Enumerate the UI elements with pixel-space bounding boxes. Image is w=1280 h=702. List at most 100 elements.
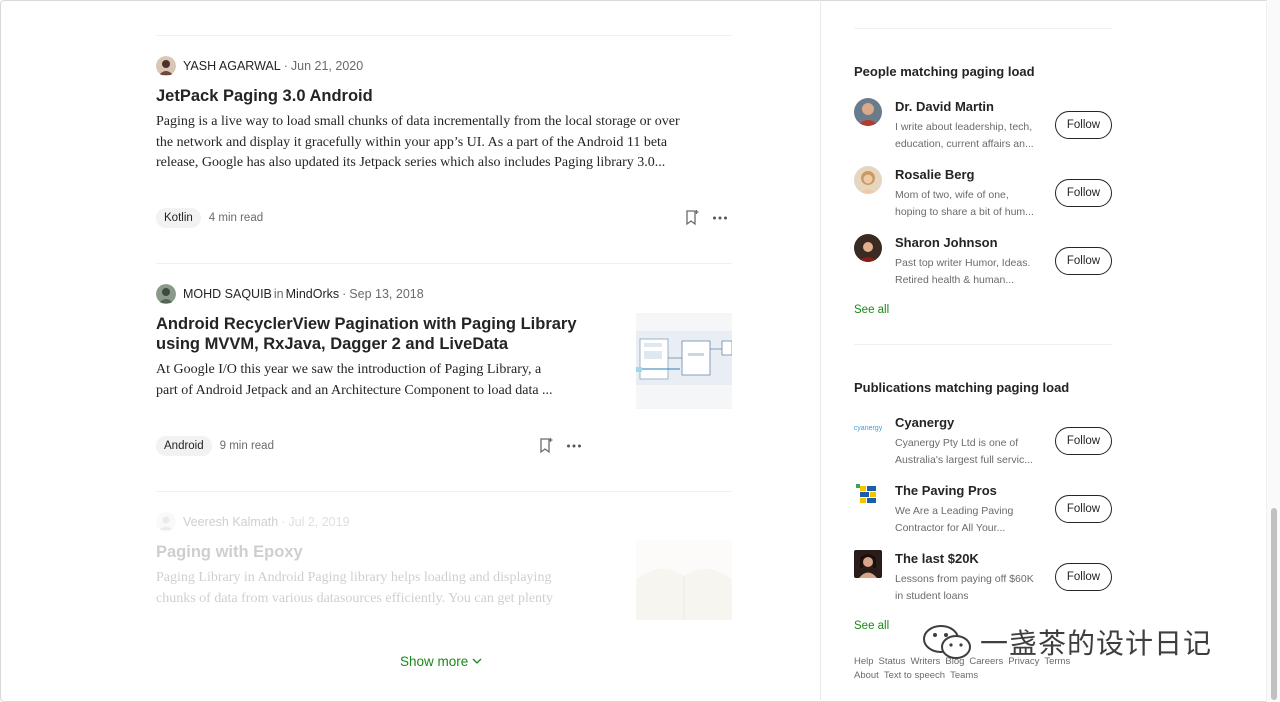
footer-link-help[interactable]: Help (854, 656, 874, 667)
desc-line: Contractor for All Your... (895, 522, 1006, 534)
desc-line: Cyanergy Pty Ltd is one of (895, 437, 1019, 449)
follow-button[interactable]: Follow (1055, 111, 1112, 139)
person-avatar[interactable] (854, 166, 882, 194)
publications-heading: Publications matching paging load (854, 380, 1070, 395)
article-meta: MOHD SAQUIB in MindOrks · Sep 13, 2018 (156, 283, 732, 305)
follow-button[interactable]: Follow (1055, 563, 1112, 591)
article-thumbnail[interactable] (636, 313, 732, 409)
paving-pros-logo[interactable] (854, 482, 882, 510)
separator (156, 263, 732, 264)
publication-name[interactable]: Cyanergy (895, 415, 954, 430)
meta-dot: · (283, 59, 288, 73)
person-bio: I write about leadership, tech, educatio… (895, 119, 1043, 153)
desc-line: Australia's largest full servic... (895, 454, 1033, 466)
person-item: Dr. David Martin I write about leadershi… (854, 98, 1112, 154)
follow-button[interactable]: Follow (1055, 427, 1112, 455)
article-title-line[interactable]: JetPack Paging 3.0 Android (156, 86, 732, 106)
in-label: in (273, 287, 284, 301)
bio-line: Past top writer Humor, Ideas. (895, 257, 1031, 269)
excerpt-line: release, Google has also updated its Jet… (156, 155, 666, 170)
article-footer-row: Kotlin 4 min read (156, 207, 263, 229)
publication-name[interactable]: The Paving Pros (895, 483, 997, 498)
vertical-scrollbar[interactable] (1266, 0, 1280, 702)
excerpt-line: Paging is a live way to load small chunk… (156, 114, 680, 129)
watermark-text: 一盏茶的设计日记 (980, 627, 1213, 660)
desc-line: Lessons from paying off $60K (895, 573, 1034, 585)
people-heading: People matching paging load (854, 64, 1035, 79)
meta-dot: · (281, 515, 286, 529)
bookmark-icon[interactable] (682, 208, 702, 228)
scrollbar-thumb[interactable] (1271, 508, 1277, 700)
person-bio: Past top writer Humor, Ideas. Retired he… (895, 255, 1043, 289)
search-results-column: YASH AGARWAL · Jun 21, 2020 JetPack Pagi… (156, 0, 732, 702)
bio-line: I write about leadership, tech, (895, 121, 1033, 133)
logo-text: cyanergy (854, 424, 882, 432)
article-card[interactable]: YASH AGARWAL · Jun 21, 2020 JetPack Pagi… (156, 55, 732, 174)
person-bio: Mom of two, wife of one, hoping to share… (895, 187, 1043, 221)
bio-line: Retired health & human... (895, 274, 1015, 286)
desc-line: in student loans (895, 590, 969, 602)
watermark: 一盏茶的设计日记 (922, 622, 1212, 662)
footer-link-teams[interactable]: Teams (950, 670, 978, 681)
people-see-all-link[interactable]: See all (854, 304, 889, 316)
article-date: Jun 21, 2020 (290, 59, 364, 73)
separator (156, 35, 732, 36)
author-avatar[interactable] (156, 512, 176, 532)
footer-link-about[interactable]: About (854, 670, 879, 681)
article-excerpt[interactable]: Paging is a live way to load small chunk… (156, 112, 732, 174)
publication-description: Lessons from paying off $60K in student … (895, 571, 1043, 605)
column-divider (820, 0, 821, 702)
article-thumbnail[interactable] (636, 540, 732, 620)
chevron-down-icon (472, 658, 482, 664)
publication-description: Cyanergy Pty Ltd is one of Australia's l… (895, 435, 1043, 469)
person-name[interactable]: Dr. David Martin (895, 99, 994, 114)
footer-links-row: About Text to speech Teams (854, 670, 978, 681)
topic-tag[interactable]: Android (156, 436, 212, 456)
follow-button[interactable]: Follow (1055, 179, 1112, 207)
bio-line: hoping to share a bit of hum... (895, 206, 1034, 218)
article-date: Jul 2, 2019 (288, 515, 350, 529)
article-meta: YASH AGARWAL · Jun 21, 2020 (156, 55, 732, 77)
separator (854, 344, 1112, 345)
topic-tag[interactable]: Kotlin (156, 208, 201, 228)
desc-line: We Are a Leading Paving (895, 505, 1014, 517)
author-name[interactable]: YASH AGARWAL (183, 59, 281, 73)
publication-description: We Are a Leading Paving Contractor for A… (895, 503, 1043, 537)
separator (156, 491, 732, 492)
article-footer-row: Android 9 min read (156, 435, 274, 457)
last-20k-logo[interactable] (854, 550, 882, 578)
cyanergy-logo[interactable]: cyanergy (854, 414, 882, 442)
author-name[interactable]: Veeresh Kalmath (183, 515, 278, 529)
bookmark-icon[interactable] (536, 436, 556, 456)
publication-name[interactable]: The last $20K (895, 551, 979, 566)
show-more-button[interactable]: Show more (400, 654, 482, 669)
author-avatar[interactable] (156, 284, 176, 304)
separator (854, 28, 1112, 29)
person-name[interactable]: Sharon Johnson (895, 235, 998, 250)
read-time: 4 min read (208, 212, 264, 224)
excerpt-line: the network and display it gracefully wi… (156, 134, 668, 150)
footer-link-status[interactable]: Status (879, 656, 906, 667)
meta-dot: · (342, 287, 347, 301)
author-avatar[interactable] (156, 56, 176, 76)
person-avatar[interactable] (854, 98, 882, 126)
show-more-label: Show more (400, 654, 469, 669)
more-options-icon[interactable] (710, 208, 730, 228)
bio-line: Mom of two, wife of one, (895, 189, 1009, 201)
article-meta: Veeresh Kalmath · Jul 2, 2019 (156, 511, 732, 533)
footer-link-text-to-speech[interactable]: Text to speech (884, 670, 945, 681)
read-time: 9 min read (219, 440, 274, 452)
person-name[interactable]: Rosalie Berg (895, 167, 974, 182)
publication-name[interactable]: MindOrks (286, 287, 339, 301)
bio-line: education, current affairs an... (895, 138, 1034, 150)
article-date: Sep 13, 2018 (349, 287, 424, 301)
person-item: Sharon Johnson Past top writer Humor, Id… (854, 234, 1112, 290)
publication-item: The last $20K Lessons from paying off $6… (854, 550, 1112, 606)
more-options-icon[interactable] (564, 436, 584, 456)
article-title[interactable]: JetPack Paging 3.0 Android (156, 86, 732, 106)
publications-see-all-link[interactable]: See all (854, 620, 889, 632)
follow-button[interactable]: Follow (1055, 495, 1112, 523)
author-name[interactable]: MOHD SAQUIB (183, 287, 272, 301)
follow-button[interactable]: Follow (1055, 247, 1112, 275)
person-avatar[interactable] (854, 234, 882, 262)
